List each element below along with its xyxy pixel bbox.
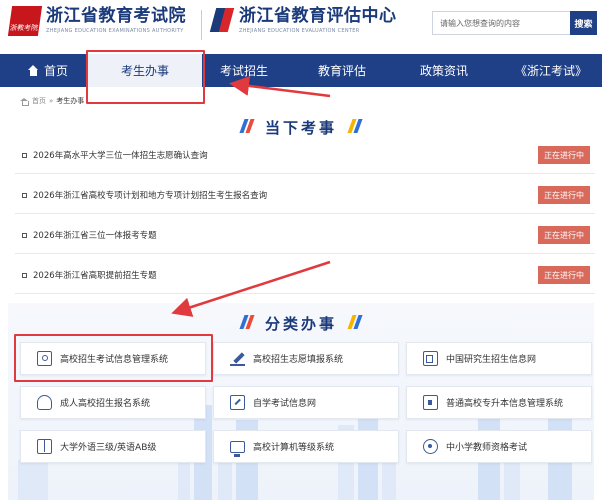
bullet-icon: [22, 193, 27, 198]
card-computer-level[interactable]: 高校计算机等级系统: [213, 430, 399, 463]
list-item-label[interactable]: 2026年浙江省三位一体报考专题: [33, 229, 157, 241]
status-badge: 正在进行中: [538, 186, 590, 204]
id-card-icon: [423, 351, 438, 366]
logo-divider: [201, 10, 202, 40]
list-item[interactable]: 2026年高水平大学三位一体招生志愿确认查询 正在进行中: [15, 138, 595, 174]
breadcrumb-current: 考生办事: [56, 97, 85, 105]
breadcrumb: 首页 » 考生办事: [20, 96, 84, 106]
book-icon: [37, 439, 52, 454]
list-item[interactable]: 2026年浙江省三位一体报考专题 正在进行中: [15, 218, 595, 254]
exam-authority-title: 浙江省教育考试院: [46, 6, 186, 26]
list-item-label[interactable]: 2026年浙江省高校专项计划和地方专项计划招生考生报名查询: [33, 189, 267, 201]
card-upgrade-system[interactable]: 普通高校专升本信息管理系统: [406, 386, 592, 419]
evaluation-center-subtitle: ZHEJIANG EDUCATION EVALUATION CENTER: [239, 28, 360, 34]
exam-authority-subtitle: ZHEJIANG EDUCATION EXAMINATIONS AUTHORIT…: [46, 28, 184, 34]
card-label: 普通高校专升本信息管理系统: [446, 399, 564, 409]
card-adult-enrollment[interactable]: 成人高校招生报名系统: [20, 386, 206, 419]
exam-authority-logo[interactable]: 浙教考院 浙江省教育考试院 ZHEJIANG EDUCATION EXAMINA…: [7, 6, 186, 36]
search-bar: 请输入您想查询的内容 搜索: [432, 11, 597, 35]
card-graduate-admissions[interactable]: 中国研究生招生信息网: [406, 342, 592, 375]
card-label: 大学外语三级/英语AB级: [60, 443, 157, 453]
evaluation-center-logo[interactable]: 浙江省教育评估中心 ZHEJIANG EDUCATION EVALUATION …: [209, 6, 397, 34]
status-badge: 正在进行中: [538, 226, 590, 244]
nav-exam-enrollment[interactable]: 考试招生: [202, 54, 286, 87]
card-label: 成人高校招生报名系统: [60, 399, 151, 409]
card-teacher-qualification[interactable]: 中小学教师资格考试: [406, 430, 592, 463]
title-ornament-right-icon: [347, 118, 363, 137]
breadcrumb-separator: »: [49, 97, 54, 105]
title-ornament-right-icon: [347, 314, 363, 333]
bullet-icon: [22, 273, 27, 278]
lock-icon: [423, 395, 438, 410]
nav-education-evaluation-label: 教育评估: [317, 64, 366, 78]
nav-zhejiang-exam[interactable]: 《浙江考试》: [506, 54, 596, 87]
annotation-highlight-card: [14, 334, 213, 382]
evaluation-center-title: 浙江省教育评估中心: [239, 6, 397, 26]
list-item-label[interactable]: 2026年高水平大学三位一体招生志愿确认查询: [33, 149, 208, 161]
seal-icon: 浙教考院: [7, 6, 43, 36]
nav-home-label: 首页: [43, 64, 68, 78]
title-ornament-left-icon: [239, 118, 255, 137]
search-input[interactable]: 请输入您想查询的内容: [432, 11, 570, 35]
category-section-heading: 分类办事: [0, 312, 602, 334]
home-icon: [27, 65, 39, 76]
edit-icon: [230, 395, 245, 410]
card-self-study-exam[interactable]: 自学考试信息网: [213, 386, 399, 419]
card-label: 中国研究生招生信息网: [446, 355, 537, 365]
badge-icon: [423, 439, 438, 454]
status-badge: 正在进行中: [538, 266, 590, 284]
list-item[interactable]: 2026年浙江省高校专项计划和地方专项计划招生考生报名查询: [15, 178, 595, 214]
list-item-label[interactable]: 2026年浙江省高职提前招生专题: [33, 269, 157, 281]
title-ornament-left-icon: [239, 314, 255, 333]
nav-exam-enrollment-label: 考试招生: [219, 64, 268, 78]
bullet-icon: [22, 233, 27, 238]
seal-text: 浙教考院: [9, 24, 39, 32]
card-label: 自学考试信息网: [253, 399, 317, 409]
skyline-decoration: [18, 460, 48, 500]
bullet-icon: [22, 153, 27, 158]
current-section-title: 当下考事: [264, 118, 337, 137]
search-button[interactable]: 搜索: [570, 11, 597, 35]
card-foreign-language[interactable]: 大学外语三级/英语AB级: [20, 430, 206, 463]
card-label: 高校计算机等级系统: [253, 443, 335, 453]
nav-policy-news[interactable]: 政策资讯: [402, 54, 486, 87]
card-label: 中小学教师资格考试: [446, 443, 528, 453]
card-application-system[interactable]: 高校招生志愿填报系统: [213, 342, 399, 375]
status-badge: 正在进行中: [538, 146, 590, 164]
evaluation-center-mark-icon: [209, 6, 235, 34]
nav-home[interactable]: 首页: [12, 54, 84, 87]
breadcrumb-home[interactable]: 首页: [32, 96, 46, 106]
current-section-heading: 当下考事: [0, 116, 602, 138]
nav-education-evaluation[interactable]: 教育评估: [300, 54, 384, 87]
annotation-highlight-nav: [86, 50, 205, 104]
person-icon: [37, 395, 52, 410]
nav-zhejiang-exam-label: 《浙江考试》: [514, 64, 587, 78]
breadcrumb-home-icon: [20, 97, 29, 106]
pen-icon: [230, 351, 245, 366]
list-item[interactable]: 2026年浙江省高职提前招生专题 正在进行中: [15, 258, 595, 294]
computer-icon: [230, 440, 245, 457]
card-label: 高校招生志愿填报系统: [253, 355, 344, 365]
site-header: 浙教考院 浙江省教育考试院 ZHEJIANG EDUCATION EXAMINA…: [0, 0, 602, 54]
nav-policy-news-label: 政策资讯: [419, 64, 468, 78]
category-section-title: 分类办事: [264, 314, 337, 333]
